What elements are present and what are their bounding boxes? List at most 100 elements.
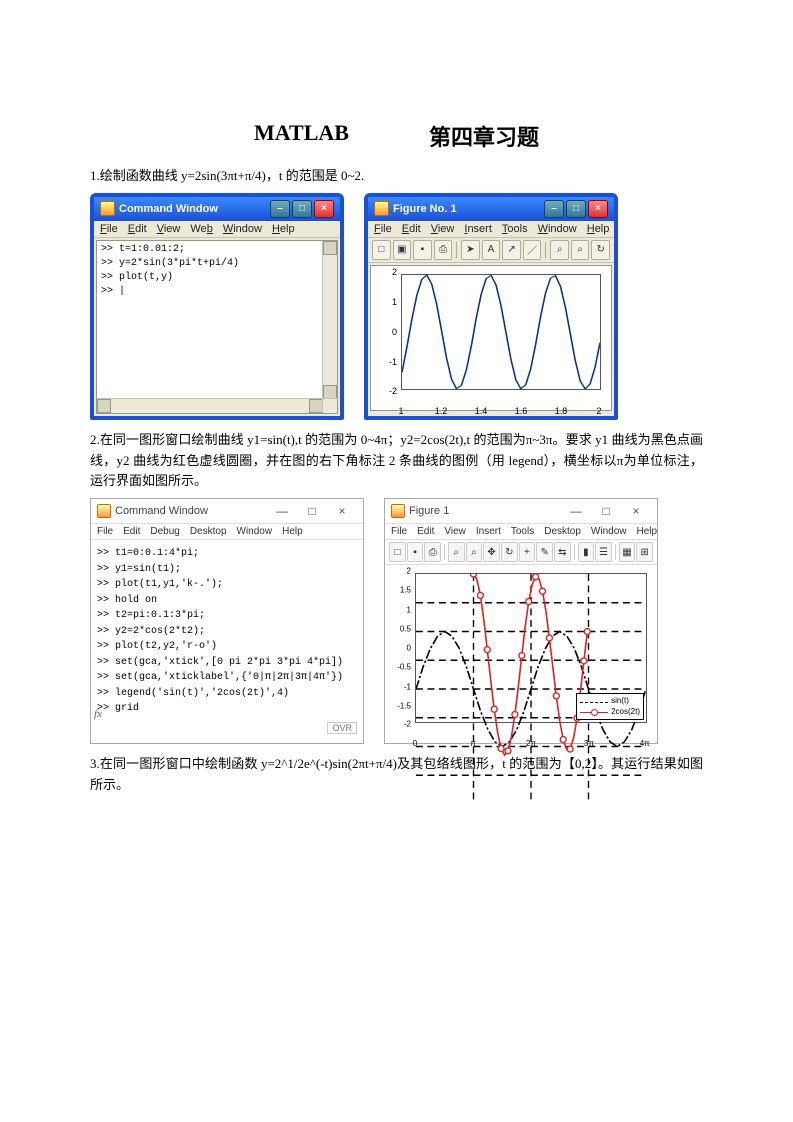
scrollbar-vertical[interactable] [322,241,337,399]
menu-window[interactable]: Window [223,223,262,235]
code-line: >> plot(t,y) [101,271,321,285]
menu-view[interactable]: View [444,526,466,537]
line-icon[interactable]: ／ [523,240,542,260]
menu-file[interactable]: File [374,223,392,235]
resize-grip[interactable] [322,398,337,413]
save-icon[interactable]: ▪ [413,240,432,260]
scrollbar-horizontal[interactable] [97,398,323,413]
new-icon[interactable]: □ [372,240,391,260]
menubar[interactable]: File Edit Debug Desktop Window Help [91,524,363,540]
figure-window-2: Figure 1 — □ × File Edit View Insert Too… [384,498,658,744]
code-line: >> legend('sin(t)','2cos(2t)',4) [97,686,357,702]
menu-window[interactable]: Window [591,526,627,537]
legend[interactable]: sin(t) 2cos(2t) [576,693,644,720]
plot-area [401,274,601,390]
print-icon[interactable]: ⎙ [434,240,453,260]
brush-icon[interactable]: ✎ [536,542,553,562]
matlab-icon [100,201,115,216]
menu-window[interactable]: Window [237,526,273,537]
minimize-button[interactable]: – [544,200,564,218]
y-axis-labels: 210-1-2 [371,272,399,392]
zoom-out-icon[interactable]: ⌕ [571,240,590,260]
zoom-in-icon[interactable]: ⌕ [550,240,569,260]
menu-view[interactable]: View [431,223,455,235]
grid-icon[interactable]: ⊞ [636,542,653,562]
toolbar: □ ▪ ⎙ ⌕ ⌕ ✥ ↻ + ✎ ⇆ ▮ ☰ ▦ ⊞ [385,540,657,565]
text-icon[interactable]: A [482,240,501,260]
toolbar: □ ▣ ▪ ⎙ ➤ A ↗ ／ ⌕ ⌕ ↻ [368,238,614,263]
command-window-2: Command Window — □ × File Edit Debug Des… [90,498,364,744]
code-line: >> | [101,285,321,299]
rotate-icon[interactable]: ↻ [501,542,518,562]
maximize-button[interactable]: □ [591,503,621,519]
menu-desktop[interactable]: Desktop [190,526,227,537]
menubar[interactable]: File Edit View Insert Tools Desktop Wind… [385,524,657,540]
maximize-button[interactable]: □ [292,200,312,218]
new-icon[interactable]: □ [389,542,406,562]
menu-tools[interactable]: Tools [511,526,534,537]
colorbar-icon[interactable]: ▮ [578,542,595,562]
menu-insert[interactable]: Insert [464,223,492,235]
curve-sine [402,275,600,389]
close-button[interactable]: × [314,200,334,218]
code-line: >> plot(t2,y2,'r-o') [97,639,357,655]
minimize-button[interactable]: — [561,503,591,519]
rotate-icon[interactable]: ↻ [591,240,610,260]
close-button[interactable]: × [327,503,357,519]
draw-icon[interactable]: ↗ [502,240,521,260]
menu-web[interactable]: Web [190,223,212,235]
problem-2-text: 2.在同一图形窗口绘制曲线 y1=sin(t),t 的范围为 0~4π；y2=2… [90,430,703,492]
print-icon[interactable]: ⎙ [424,542,441,562]
code-line: >> t2=pi:0.1:3*pi; [97,608,357,624]
close-button[interactable]: × [621,503,651,519]
menu-edit[interactable]: Edit [417,526,434,537]
code-area[interactable]: >> t=1:0.01:2; >> y=2*sin(3*pi*t+pi/4) >… [101,243,321,299]
menubar[interactable]: File Edit View Web Window Help [94,221,340,238]
menu-file[interactable]: File [391,526,407,537]
code-line: >> t1=0:0.1:4*pi; [97,546,357,562]
menu-help[interactable]: Help [282,526,303,537]
menu-debug[interactable]: Debug [150,526,179,537]
menu-help[interactable]: Help [637,526,658,537]
menu-insert[interactable]: Insert [476,526,501,537]
y-axis-labels: 21.510.50-0.5-1-1.5-2 [385,571,413,725]
legend-icon[interactable]: ☰ [595,542,612,562]
arrow-icon[interactable]: ➤ [461,240,480,260]
menubar[interactable]: File Edit View Insert Tools Window Help [368,221,614,238]
save-icon[interactable]: ▪ [407,542,424,562]
maximize-button[interactable]: □ [297,503,327,519]
menu-window[interactable]: Window [538,223,577,235]
code-line: >> plot(t1,y1,'k-.'); [97,577,357,593]
menu-help[interactable]: Help [272,223,295,235]
link-icon[interactable]: ⇆ [554,542,571,562]
open-icon[interactable]: ▣ [393,240,412,260]
zoom-in-icon[interactable]: ⌕ [448,542,465,562]
menu-view[interactable]: View [157,223,181,235]
menu-edit[interactable]: Edit [402,223,421,235]
menu-desktop[interactable]: Desktop [544,526,581,537]
minimize-button[interactable]: — [267,503,297,519]
code-line: >> hold on [97,593,357,609]
menu-file[interactable]: File [100,223,118,235]
close-button[interactable]: × [588,200,608,218]
legend-entry: 2cos(2t) [611,707,640,717]
cursor-icon[interactable]: + [519,542,536,562]
code-line: >> y=2*sin(3*pi*t+pi/4) [101,257,321,271]
window-title: Command Window [115,505,267,517]
inspect-icon[interactable]: ▦ [619,542,636,562]
title-chapter: 第四章习题 [429,120,539,152]
code-line: >> t=1:0.01:2; [101,243,321,257]
menu-edit[interactable]: Edit [128,223,147,235]
plot-area: sin(t) 2cos(2t) [415,573,647,723]
menu-help[interactable]: Help [587,223,610,235]
menu-file[interactable]: File [97,526,113,537]
maximize-button[interactable]: □ [566,200,586,218]
pan-icon[interactable]: ✥ [483,542,500,562]
code-area[interactable]: >> t1=0:0.1:4*pi; >> y1=sin(t1); >> plot… [97,546,357,717]
title-matlab: MATLAB [254,120,349,152]
menu-edit[interactable]: Edit [123,526,140,537]
menu-tools[interactable]: Tools [502,223,528,235]
minimize-button[interactable]: – [270,200,290,218]
window-title: Figure No. 1 [393,203,544,215]
zoom-out-icon[interactable]: ⌕ [466,542,483,562]
